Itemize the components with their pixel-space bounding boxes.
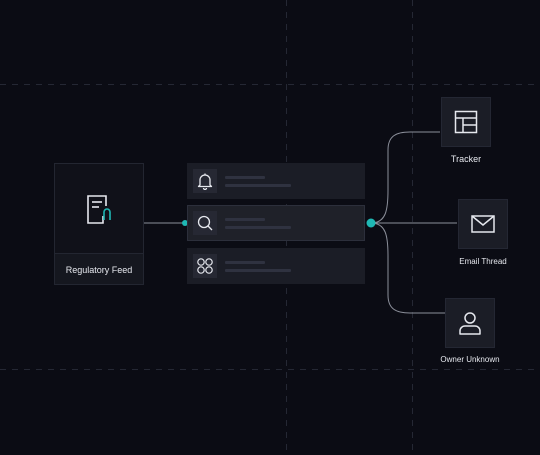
channel-row-alerts[interactable] — [187, 163, 365, 199]
grid-circles-icon — [197, 258, 213, 274]
search-icon — [197, 215, 213, 231]
placeholder-line — [225, 218, 265, 221]
output-node — [366, 218, 376, 228]
placeholder-line — [225, 176, 265, 179]
target-owner-unknown[interactable] — [445, 298, 495, 348]
table-icon — [454, 110, 478, 134]
target-tracker[interactable] — [441, 97, 491, 147]
row-icon-box — [193, 211, 217, 235]
source-card[interactable]: Regulatory Feed — [54, 163, 144, 285]
source-label: Regulatory Feed — [65, 265, 133, 275]
connector-to-tracker — [370, 131, 440, 224]
row-icon-box — [193, 169, 217, 193]
user-icon — [459, 312, 481, 335]
placeholder-line — [225, 226, 291, 229]
channel-row-search[interactable] — [187, 205, 365, 241]
target-label-tracker: Tracker — [450, 154, 482, 164]
channel-row-apps[interactable] — [187, 248, 365, 284]
connector-to-owner-unknown — [370, 222, 445, 314]
target-email-thread[interactable] — [458, 199, 508, 249]
placeholder-line — [225, 184, 291, 187]
target-label-email-thread: Email Thread — [459, 257, 507, 266]
source-icon-area — [55, 164, 143, 254]
target-label-owner-unknown: Owner Unknown — [440, 355, 500, 364]
placeholder-line — [225, 261, 265, 264]
envelope-icon — [471, 215, 495, 233]
row-icon-box — [193, 254, 217, 278]
placeholder-line — [225, 269, 291, 272]
bell-icon — [197, 173, 213, 190]
document-clip-icon — [87, 194, 111, 224]
